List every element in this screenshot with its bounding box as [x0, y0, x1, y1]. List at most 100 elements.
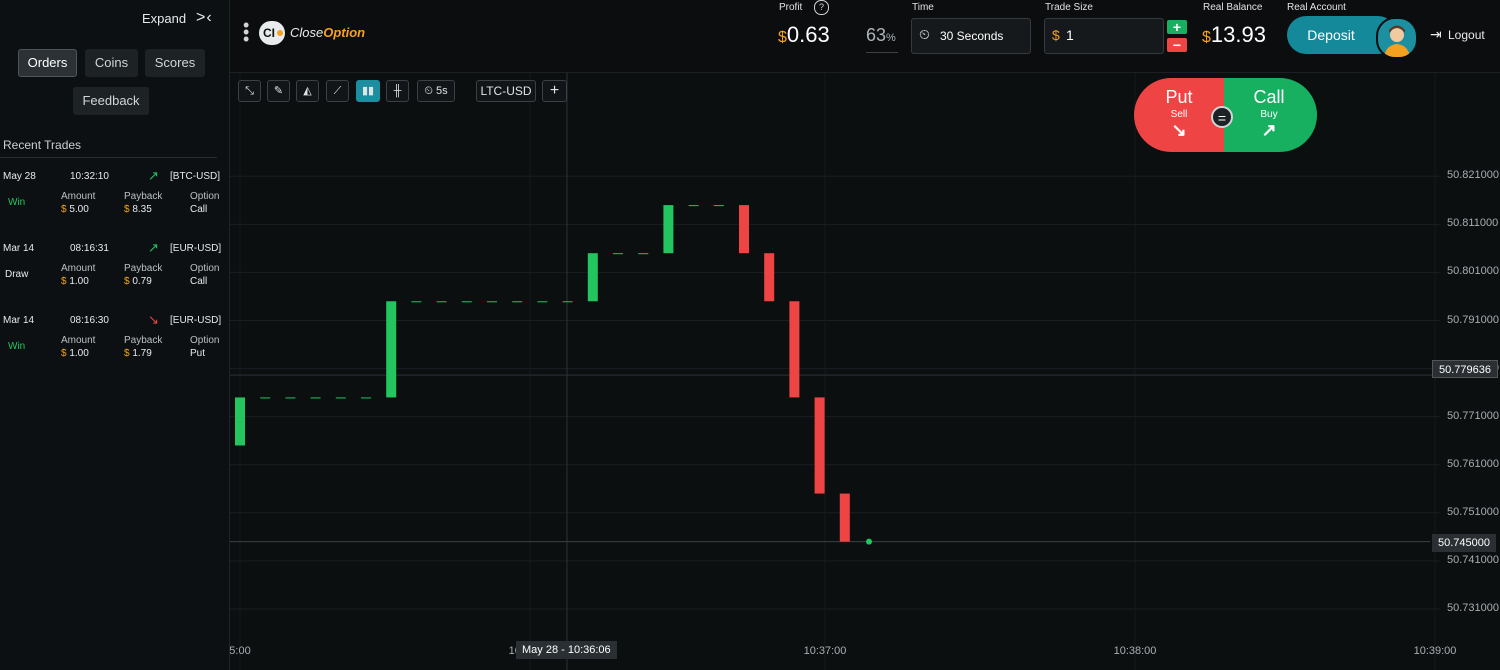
menu-dots-icon[interactable]: • • •	[243, 16, 249, 48]
candle-down	[739, 205, 749, 254]
draw-pencil-icon[interactable]: ✎	[267, 80, 290, 102]
payback-label: Payback	[124, 335, 163, 346]
payback-value: $ 1.79	[124, 348, 152, 359]
call-button[interactable]: Call Buy ↗	[1224, 78, 1317, 152]
trade-time: 08:16:30	[70, 315, 109, 326]
trade-pair: [EUR-USD]	[170, 243, 222, 254]
candle-up	[613, 253, 623, 255]
avatar[interactable]	[1376, 17, 1418, 59]
x-tick-label: 10:39:00	[1413, 645, 1457, 657]
brand-name: CloseOption	[290, 25, 366, 40]
current-price-tag: 50.745000	[1432, 534, 1496, 552]
candle-down	[839, 493, 850, 542]
candle-up	[587, 253, 598, 302]
time-selector[interactable]: ⏲ 30 Seconds	[911, 18, 1031, 54]
logout-button[interactable]: Logout	[1448, 28, 1485, 42]
brand-logo-dot	[277, 30, 283, 36]
trade-result: Win	[8, 197, 26, 208]
candle-up	[386, 301, 397, 398]
trade-pair: [BTC-USD]	[170, 171, 220, 182]
increase-button[interactable]: +	[1167, 20, 1187, 34]
call-sublabel: Buy	[1260, 109, 1278, 120]
amount-label: Amount	[61, 263, 96, 274]
option-label: Option	[190, 263, 220, 274]
payback-value: $ 8.35	[124, 204, 152, 215]
trade-date: Mar 14	[3, 315, 35, 326]
x-tick-label: 10:37:00	[803, 645, 847, 657]
candle-up	[512, 301, 523, 303]
y-tick-label: 50.731000	[1447, 601, 1499, 614]
percent-underline	[866, 52, 898, 53]
add-asset-button[interactable]: +	[542, 80, 567, 102]
equal-button[interactable]: =	[1211, 106, 1233, 128]
trade-result: Draw	[5, 269, 29, 280]
recent-trade-item[interactable]: Mar 14 08:16:31 ↗ [EUR-USD] Draw Amount …	[0, 240, 229, 313]
amount-label: Amount	[61, 191, 96, 202]
arrow-down-right-icon: ↘	[1171, 120, 1187, 140]
trade-date: Mar 14	[3, 243, 35, 254]
candle-down	[789, 301, 800, 398]
candle-up	[487, 301, 497, 303]
amount-value: $ 1.00	[61, 348, 89, 359]
candle-up	[310, 397, 321, 399]
clock-icon: ⏲	[424, 85, 433, 97]
trade-size-input[interactable]: $ 1	[1044, 18, 1164, 54]
y-tick-label: 50.751000	[1447, 505, 1499, 518]
collapse-chevron-icon[interactable]: >‹	[196, 9, 213, 27]
crosshair-price-tag: 50.779636	[1432, 360, 1498, 378]
option-value: Put	[190, 348, 206, 359]
trade-time: 10:32:10	[70, 171, 109, 182]
amount-value: $ 5.00	[61, 204, 89, 215]
y-tick-label: 50.811000	[1447, 217, 1499, 230]
recent-trade-item[interactable]: May 28 10:32:10 ↗ [BTC-USD] Win Amount $…	[0, 168, 229, 241]
candle-up	[285, 397, 296, 399]
call-label: Call	[1253, 87, 1285, 107]
trend-up-icon: ↗	[148, 240, 159, 255]
divider	[0, 157, 217, 158]
y-tick-label: 50.771000	[1447, 409, 1499, 422]
candle-up	[638, 253, 649, 255]
candle-up	[713, 205, 724, 207]
arrow-up-right-icon: ↗	[1261, 120, 1277, 140]
y-tick-label: 50.801000	[1447, 265, 1499, 278]
line-chart-icon[interactable]: ⟋	[326, 80, 349, 102]
tab-orders[interactable]: Orders	[18, 49, 77, 77]
x-tick-label: 10:38:00	[1113, 645, 1157, 657]
clock-icon: ⏲	[919, 26, 930, 42]
time-label: Time	[912, 2, 934, 13]
candle-up	[461, 301, 472, 303]
asset-selector[interactable]: LTC-USD	[476, 80, 536, 102]
price-chart[interactable]	[230, 73, 1500, 670]
tab-scores[interactable]: Scores	[145, 49, 205, 77]
logout-icon[interactable]: ⇥	[1430, 26, 1442, 43]
y-tick-label: 50.741000	[1447, 553, 1499, 566]
y-tick-label: 50.761000	[1447, 457, 1499, 470]
expand-button[interactable]: Expand	[142, 11, 186, 26]
interval-selector[interactable]: ⏲ 5s	[417, 80, 455, 102]
candle-up	[260, 397, 271, 399]
fullscreen-icon[interactable]: ⤡	[238, 80, 261, 102]
tab-coins[interactable]: Coins	[85, 49, 138, 77]
balance-label: Real Balance	[1203, 2, 1263, 13]
help-icon[interactable]: ?	[814, 0, 829, 15]
trend-up-icon: ↗	[148, 168, 159, 183]
candle-up	[335, 397, 346, 399]
candle-up	[361, 397, 371, 399]
area-chart-icon[interactable]: ◭	[296, 80, 319, 102]
trade-size-value: 1	[1066, 27, 1074, 43]
candle-up	[411, 301, 422, 303]
candles-chart-icon[interactable]: ▮▮	[356, 80, 380, 102]
trade-pair: [EUR-USD]	[170, 315, 222, 326]
dollar-sign: $	[1052, 27, 1060, 43]
candle-down	[814, 397, 825, 494]
bars-chart-icon[interactable]: ╫	[386, 80, 409, 102]
payback-value: $ 0.79	[124, 276, 152, 287]
trade-result: Win	[8, 341, 26, 352]
recent-trade-item[interactable]: Mar 14 08:16:30 ↘ [EUR-USD] Win Amount $…	[0, 312, 229, 385]
decrease-button[interactable]: −	[1167, 38, 1187, 52]
feedback-button[interactable]: Feedback	[73, 87, 149, 115]
account-label: Real Account	[1287, 2, 1346, 13]
amount-value: $ 1.00	[61, 276, 89, 287]
option-value: Call	[190, 204, 208, 215]
candle-up	[688, 205, 699, 207]
